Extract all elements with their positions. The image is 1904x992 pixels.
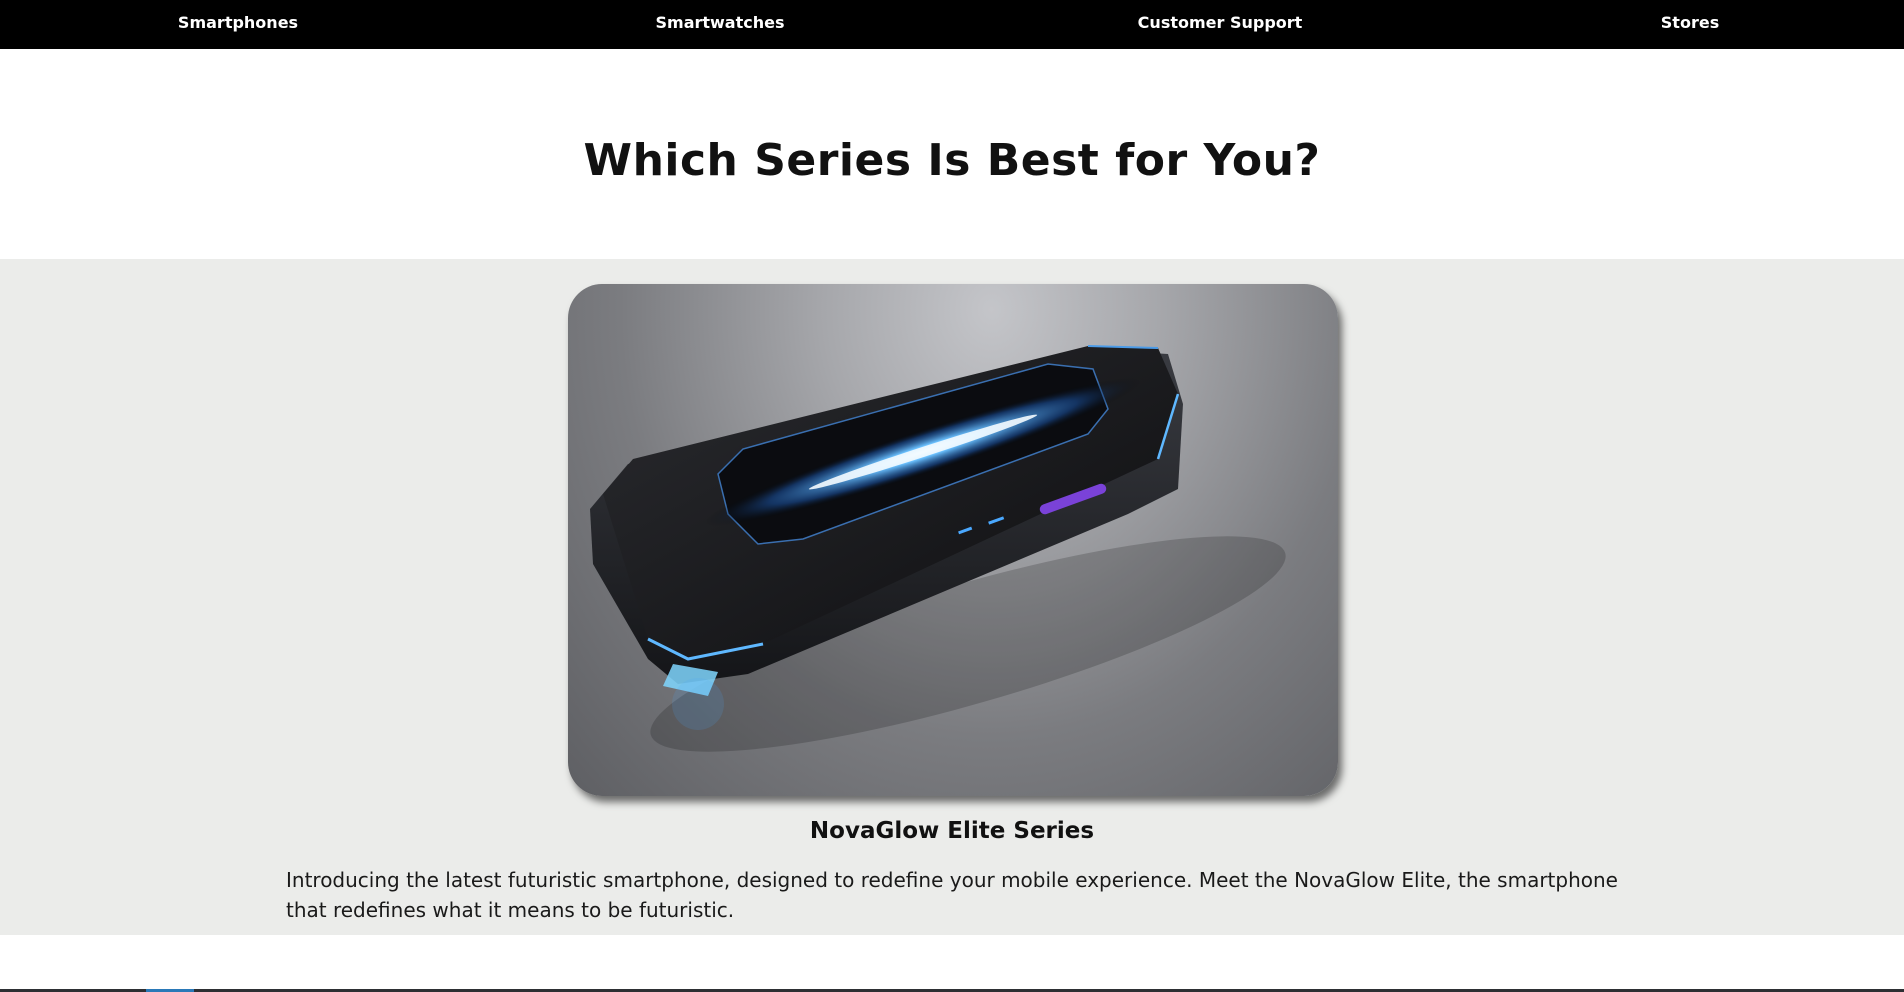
series-title: NovaGlow Elite Series [809, 818, 1095, 844]
nav-item-customer-support[interactable]: Customer Support [1138, 0, 1303, 49]
footer [0, 935, 1904, 992]
product-image [568, 284, 1338, 796]
series-section: NovaGlow Elite Series Introducing the la… [0, 259, 1904, 935]
top-navigation: Smartphones Smartwatches Customer Suppor… [0, 0, 1904, 49]
nav-item-smartphones[interactable]: Smartphones [178, 0, 298, 49]
smartphone-illustration [590, 345, 1286, 752]
nav-item-stores[interactable]: Stores [1661, 0, 1719, 49]
hero-section: Which Series Is Best for You? [0, 49, 1904, 259]
nav-item-smartwatches[interactable]: Smartwatches [655, 0, 784, 49]
series-description: Introducing the latest futuristic smartp… [286, 868, 1618, 922]
page-title: Which Series Is Best for You? [583, 135, 1321, 186]
